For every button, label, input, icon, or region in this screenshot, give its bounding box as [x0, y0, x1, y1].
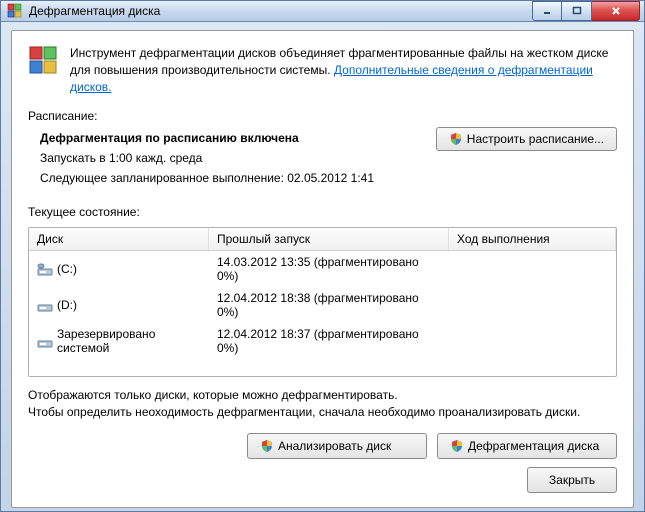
shield-icon	[260, 439, 274, 453]
disk-last-run: 14.03.2012 13:35 (фрагментировано 0%)	[217, 255, 441, 283]
minimize-button[interactable]	[532, 1, 562, 21]
info-text: Инструмент дефрагментации дисков объедин…	[70, 45, 617, 95]
note-line-1: Отображаются только диски, которые можно…	[28, 387, 617, 404]
col-progress[interactable]: Ход выполнения	[449, 228, 616, 250]
drive-icon	[37, 261, 53, 277]
footer-buttons: Закрыть	[28, 467, 617, 493]
close-dialog-button[interactable]: Закрыть	[527, 467, 617, 493]
info-row: Инструмент дефрагментации дисков объедин…	[28, 45, 617, 95]
disk-name: (C:)	[57, 262, 77, 276]
drive-icon	[37, 333, 53, 349]
state-section-label: Текущее состояние:	[28, 205, 617, 219]
schedule-next-run: Следующее запланированное выполнение: 02…	[40, 171, 617, 185]
action-buttons: Анализировать диск Дефрагментация диска	[28, 433, 617, 459]
table-header: Диск Прошлый запуск Ход выполнения	[29, 228, 616, 251]
analyze-disk-button[interactable]: Анализировать диск	[247, 433, 427, 459]
table-row[interactable]: Зарезервировано системой 12.04.2012 18:3…	[29, 323, 616, 359]
disk-name: Зарезервировано системой	[57, 327, 201, 355]
disk-name: (D:)	[57, 298, 77, 312]
schedule-run-at: Запускать в 1:00 кажд. среда	[40, 151, 617, 165]
disk-table: Диск Прошлый запуск Ход выполнения (C:) …	[28, 227, 617, 377]
col-disk[interactable]: Диск	[29, 228, 209, 250]
window-title: Дефрагментация диска	[29, 4, 532, 18]
close-icon	[610, 6, 622, 16]
table-row[interactable]: (C:) 14.03.2012 13:35 (фрагментировано 0…	[29, 251, 616, 287]
disk-last-run: 12.04.2012 18:37 (фрагментировано 0%)	[217, 327, 441, 355]
note-line-2: Чтобы определить неоходимость дефрагмент…	[28, 404, 617, 421]
table-row[interactable]: (D:) 12.04.2012 18:38 (фрагментировано 0…	[29, 287, 616, 323]
drive-icon	[37, 297, 53, 313]
disk-last-run: 12.04.2012 18:38 (фрагментировано 0%)	[217, 291, 441, 319]
configure-schedule-label: Настроить расписание...	[467, 132, 604, 146]
minimize-icon	[542, 6, 552, 16]
configure-schedule-button[interactable]: Настроить расписание...	[436, 127, 617, 151]
shield-icon	[449, 132, 463, 146]
note-text: Отображаются только диски, которые можно…	[28, 387, 617, 421]
close-button-label: Закрыть	[549, 473, 595, 487]
analyze-button-label: Анализировать диск	[278, 439, 391, 453]
close-button[interactable]	[592, 1, 640, 21]
window-controls	[532, 1, 640, 21]
schedule-section-label: Расписание:	[28, 109, 617, 123]
defrag-button-label: Дефрагментация диска	[468, 439, 599, 453]
maximize-icon	[572, 6, 582, 16]
defragment-disk-button[interactable]: Дефрагментация диска	[437, 433, 617, 459]
shield-icon	[450, 439, 464, 453]
window-frame: Дефрагментация диска Инструмент дефра	[0, 0, 645, 512]
col-last-run[interactable]: Прошлый запуск	[209, 228, 449, 250]
maximize-button[interactable]	[562, 1, 592, 21]
schedule-block: Настроить расписание... Дефрагментация п…	[40, 131, 617, 191]
table-body: (C:) 14.03.2012 13:35 (фрагментировано 0…	[29, 251, 616, 359]
titlebar[interactable]: Дефрагментация диска	[1, 1, 644, 22]
content-area: Инструмент дефрагментации дисков объедин…	[11, 30, 634, 508]
defrag-large-icon	[28, 45, 60, 77]
defrag-app-icon	[7, 3, 23, 19]
